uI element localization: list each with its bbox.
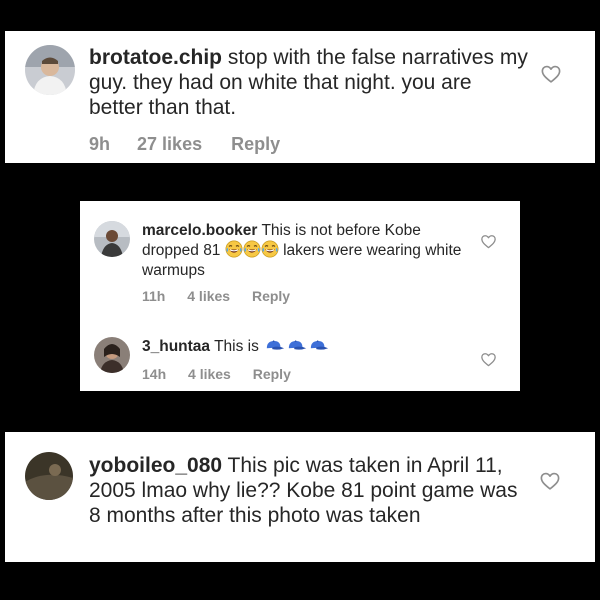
reply-button[interactable]: Reply xyxy=(253,366,291,382)
comment-meta: 9h 27 likes Reply xyxy=(89,134,280,155)
username[interactable]: 3_huntaa xyxy=(142,338,210,355)
reply-button[interactable]: Reply xyxy=(231,134,280,155)
blue-cap-icon xyxy=(265,339,285,352)
reply-button[interactable]: Reply xyxy=(252,288,290,304)
timestamp[interactable]: 9h xyxy=(89,134,110,155)
avatar[interactable] xyxy=(94,221,130,257)
comment-card: marcelo.booker This is not before Kobe d… xyxy=(80,201,520,391)
blue-cap-icon xyxy=(287,339,307,352)
comment-meta: 11h 4 likes Reply xyxy=(142,288,290,304)
face-with-tears-of-joy-icon xyxy=(225,240,243,258)
username[interactable]: yoboileo_080 xyxy=(89,454,222,477)
comment-body: This is xyxy=(214,338,259,355)
comment-card: yoboileo_080 This pic was taken in April… xyxy=(5,432,595,562)
comment-text: yoboileo_080 This pic was taken in April… xyxy=(89,453,529,529)
comment-text: marcelo.booker This is not before Kobe d… xyxy=(142,221,472,280)
comment-meta: 14h 4 likes Reply xyxy=(142,366,291,382)
likes-count[interactable]: 4 likes xyxy=(188,366,231,382)
blue-cap-icon xyxy=(309,339,329,352)
timestamp[interactable]: 14h xyxy=(142,366,166,382)
avatar[interactable] xyxy=(25,45,75,95)
avatar[interactable] xyxy=(25,452,73,500)
avatar[interactable] xyxy=(94,337,130,373)
likes-count[interactable]: 4 likes xyxy=(187,288,230,304)
username[interactable]: brotatoe.chip xyxy=(89,46,222,69)
comment-text: 3_huntaa This is xyxy=(142,338,472,357)
heart-outline-icon[interactable] xyxy=(480,351,497,368)
comment-text: brotatoe.chip stop with the false narrat… xyxy=(89,45,529,121)
timestamp[interactable]: 11h xyxy=(142,288,165,304)
heart-outline-icon[interactable] xyxy=(540,63,562,85)
face-with-tears-of-joy-icon xyxy=(243,240,261,258)
username[interactable]: marcelo.booker xyxy=(142,222,257,239)
likes-count[interactable]: 27 likes xyxy=(137,134,202,155)
face-with-tears-of-joy-icon xyxy=(261,240,279,258)
comment-card: brotatoe.chip stop with the false narrat… xyxy=(5,31,595,163)
heart-outline-icon[interactable] xyxy=(480,233,497,250)
heart-outline-icon[interactable] xyxy=(539,470,561,492)
